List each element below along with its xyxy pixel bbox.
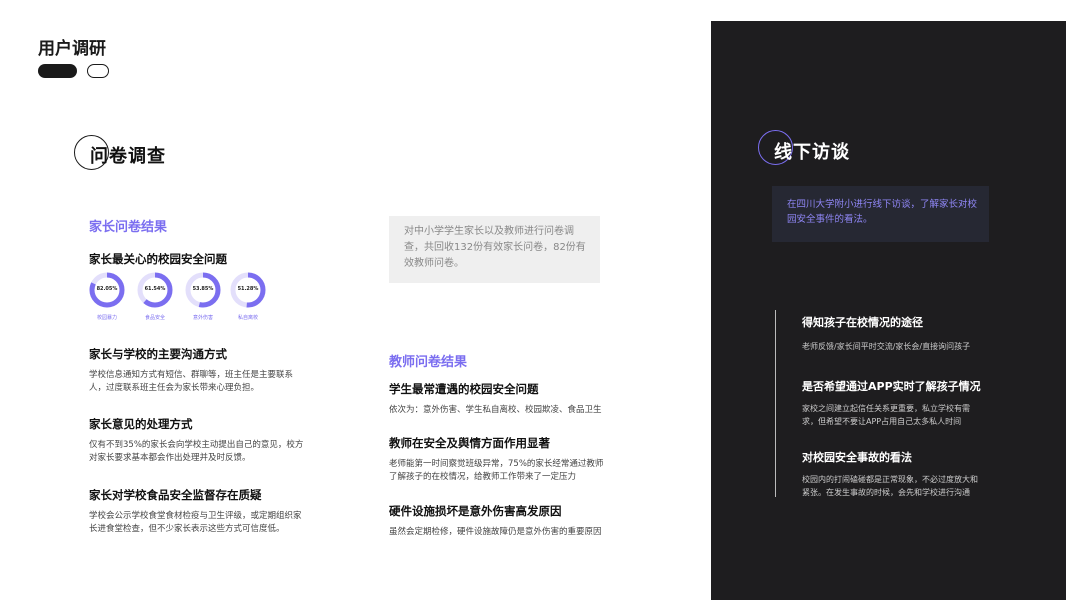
donut-value: 61.54% xyxy=(144,286,166,292)
donut-label: 意外伤害 xyxy=(192,315,213,321)
interview-panel xyxy=(711,21,1066,600)
donut-chart: 53.85% 意外伤害 xyxy=(185,272,221,321)
block-title: 家长对学校食品安全监督存在质疑 xyxy=(89,488,262,502)
donut-chart: 61.54% 食品安全 xyxy=(137,272,173,321)
donut-chart: 51.28% 私自离校 xyxy=(230,272,266,321)
donut-label: 私自离校 xyxy=(237,315,258,321)
donut-label: 食品安全 xyxy=(144,315,165,321)
block-line: 长进食堂检查，但不少家长表示这些方式可信度低。 xyxy=(89,524,285,534)
donut-label: 校园暴力 xyxy=(96,315,117,321)
interview-block-app: 是否希望通过APP实时了解孩子情况 家校之间建立起信任关系更重要，私立学校有需 … xyxy=(802,378,1022,428)
block-line: 人，过度联系班主任会为家长带来心理负担。 xyxy=(89,383,260,393)
parents-results-heading: 家长问卷结果 xyxy=(89,220,168,235)
teachers-block-role: 教师在安全及舆情方面作用显著 老师能第一时间察觉班级异常，75%的家长经常通过教… xyxy=(389,435,619,484)
interview-block-channels: 得知孩子在校情况的途径 老师反馈/家长间平时交流/家长会/直接询问孩子 xyxy=(802,314,1022,353)
survey-intro-text: 对中小学学生家长以及教师进行问卷调查，共回收132份有效家长问卷，82份有效教师… xyxy=(404,226,586,269)
block-line: 老师能第一时间察觉班级异常，75%的家长经常通过教师 xyxy=(389,459,604,469)
donut-value: 51.28% xyxy=(237,286,259,292)
teachers-block-facilities: 硬件设施损坏是意外伤害高发原因 虽然会定期检修，硬件设施故障仍是意外伤害的重要原… xyxy=(389,503,619,539)
page-title: 用户调研 xyxy=(38,39,106,59)
donut-value: 53.85% xyxy=(192,286,214,292)
block-line: 对家长要求基本都会作出处理并及时反馈。 xyxy=(89,453,251,463)
block-line: 依次为：意外伤害、学生私自离校、校园欺凌、食品卫生 xyxy=(389,405,602,415)
donut-value: 82.05% xyxy=(96,286,118,292)
block-line: 校园内的打闹磕碰都是正常现象，不必过度放大和 xyxy=(802,475,978,484)
parents-concern-title: 家长最关心的校园安全问题 xyxy=(89,252,227,266)
block-line: 紧张。在发生事故的时候，会先和学校进行沟通 xyxy=(802,488,970,497)
block-line: 学校信息通知方式有短信、群聊等，班主任是主要联系 xyxy=(89,370,294,380)
parents-block-communication: 家长与学校的主要沟通方式 学校信息通知方式有短信、群聊等，班主任是主要联系 人，… xyxy=(89,346,319,395)
block-title: 得知孩子在校情况的途径 xyxy=(802,316,923,329)
block-title: 对校园安全事故的看法 xyxy=(802,451,912,464)
parents-block-feedback: 家长意见的处理方式 仅有不到35%的家长会向学校主动提出自己的意见，校方 对家长… xyxy=(89,416,319,465)
survey-section-title: 问卷调查 xyxy=(90,146,166,167)
page-indicator-active[interactable] xyxy=(38,64,77,78)
block-line: 仅有不到35%的家长会向学校主动提出自己的意见，校方 xyxy=(89,440,304,450)
parents-block-food-safety: 家长对学校食品安全监督存在质疑 学校会公示学校食堂食材检疫与卫生评级，或定期组织… xyxy=(89,487,319,536)
block-line: 了解孩子的在校情况，给教师工作带来了一定压力 xyxy=(389,472,577,482)
block-title: 家长与学校的主要沟通方式 xyxy=(89,347,227,361)
block-title: 教师在安全及舆情方面作用显著 xyxy=(389,436,550,450)
page-indicator-inactive[interactable] xyxy=(87,64,109,78)
block-line: 虽然会定期检修，硬件设施故障仍是意外伤害的重要原因 xyxy=(389,527,602,537)
teachers-block-issues: 学生最常遭遇的校园安全问题 依次为：意外伤害、学生私自离校、校园欺凌、食品卫生 xyxy=(389,381,619,417)
block-line: 学校会公示学校食堂食材检疫与卫生评级，或定期组织家 xyxy=(89,511,302,521)
block-title: 学生最常遭遇的校园安全问题 xyxy=(389,382,539,396)
timeline-divider xyxy=(775,310,776,497)
teachers-results-heading: 教师问卷结果 xyxy=(389,355,468,370)
interview-intro-text: 在四川大学附小进行线下访谈，了解家长对校园安全事件的看法。 xyxy=(787,199,978,225)
interview-block-accidents: 对校园安全事故的看法 校园内的打闹磕碰都是正常现象，不必过度放大和 紧张。在发生… xyxy=(802,449,1022,499)
block-title: 是否希望通过APP实时了解孩子情况 xyxy=(802,380,981,393)
block-title: 硬件设施损坏是意外伤害高发原因 xyxy=(389,504,562,518)
block-title: 家长意见的处理方式 xyxy=(89,417,193,431)
donut-chart: 82.05% 校园暴力 xyxy=(89,272,125,321)
block-line: 求，但希望不要让APP占用自己太多私人时间 xyxy=(802,417,962,426)
block-line: 老师反馈/家长间平时交流/家长会/直接询问孩子 xyxy=(802,342,971,351)
block-line: 家校之间建立起信任关系更重要，私立学校有需 xyxy=(802,404,970,413)
donut-row: 82.05% 校园暴力 61.54% 食品安全 53.85% 意外伤害 51.2… xyxy=(89,272,289,324)
interview-section-title: 线下访谈 xyxy=(774,142,850,163)
